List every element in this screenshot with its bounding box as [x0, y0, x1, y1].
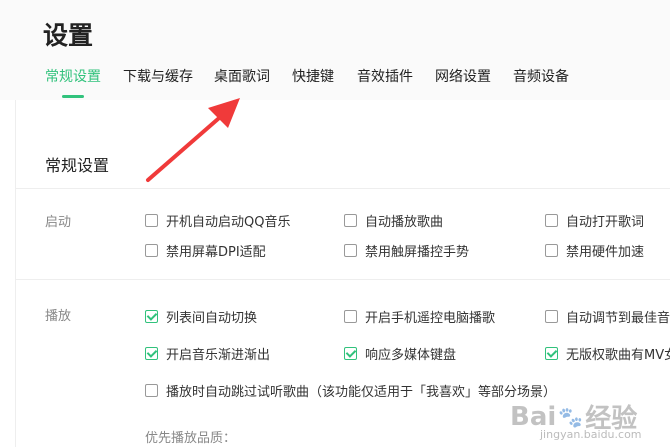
playback-group-label: 播放 [45, 309, 72, 324]
option-label: 禁用硬件加速 [566, 244, 645, 260]
checkbox-checked[interactable] [344, 346, 357, 360]
option-auto-switch-lists[interactable]: 列表间自动切换 [145, 306, 257, 326]
divider [15, 188, 670, 189]
checkbox[interactable] [545, 309, 558, 323]
checkbox[interactable] [344, 243, 357, 257]
checkbox[interactable] [344, 309, 357, 323]
tab-general[interactable]: 常规设置 [45, 66, 101, 86]
baidu-watermark: Bai 🐾 经验 jingyan.baidu.com [510, 401, 642, 442]
option-phone-remote-control[interactable]: 开启手机遥控电脑播歌 [344, 306, 495, 326]
playback-quality-label: 优先播放品质： [145, 431, 237, 446]
tab-download-cache[interactable]: 下载与缓存 [123, 66, 193, 86]
option-label: 自动播放歌曲 [365, 214, 444, 230]
option-unlicensed-play-mv[interactable]: 无版权歌曲有MV女 [545, 343, 670, 363]
option-label: 自动调节到最佳音 [566, 310, 670, 326]
option-label: 列表间自动切换 [166, 310, 258, 326]
option-label: 无版权歌曲有MV女 [566, 347, 670, 363]
option-disable-hardware-acceleration[interactable]: 禁用硬件加速 [545, 240, 644, 260]
option-label: 开启音乐渐进渐出 [166, 347, 271, 363]
option-disable-dpi-scaling[interactable]: 禁用屏幕DPI适配 [145, 240, 266, 260]
section-title: 常规设置 [45, 156, 110, 175]
checkbox-checked[interactable] [545, 346, 558, 360]
option-media-keyboard[interactable]: 响应多媒体键盘 [344, 343, 456, 363]
option-auto-best-quality[interactable]: 自动调节到最佳音 [545, 306, 670, 326]
option-label: 响应多媒体键盘 [365, 347, 457, 363]
option-autostart-qq-music[interactable]: 开机自动启动QQ音乐 [145, 210, 290, 230]
checkbox[interactable] [145, 383, 158, 397]
option-label: 播放时自动跳过试听歌曲（该功能仅适用于「我喜欢」等部分场景） [166, 384, 557, 400]
checkbox[interactable] [545, 213, 558, 227]
checkbox[interactable] [344, 213, 357, 227]
option-label: 自动打开歌词 [566, 214, 645, 230]
option-auto-open-lyrics[interactable]: 自动打开歌词 [545, 210, 644, 230]
option-label: 开机自动启动QQ音乐 [166, 214, 291, 230]
option-label: 开启手机遥控电脑播歌 [365, 310, 496, 326]
tab-shortcuts[interactable]: 快捷键 [292, 66, 334, 86]
tab-network[interactable]: 网络设置 [435, 66, 491, 86]
tab-desktop-lyrics[interactable]: 桌面歌词 [214, 66, 270, 86]
tab-sound-plugins[interactable]: 音效插件 [357, 66, 413, 86]
option-autoplay-songs[interactable]: 自动播放歌曲 [344, 210, 443, 230]
option-disable-touch-gestures[interactable]: 禁用触屏播控手势 [344, 240, 469, 260]
paw-icon: 🐾 [558, 404, 584, 429]
page-title: 设置 [43, 21, 94, 50]
option-skip-preview-songs[interactable]: 播放时自动跳过试听歌曲（该功能仅适用于「我喜欢」等部分场景） [145, 380, 556, 400]
checkbox[interactable] [545, 243, 558, 257]
active-tab-indicator [62, 95, 84, 98]
option-label: 禁用触屏播控手势 [365, 244, 470, 260]
option-label: 禁用屏幕DPI适配 [166, 244, 266, 260]
settings-tabs: 常规设置 下载与缓存 桌面歌词 快捷键 音效插件 网络设置 音频设备 [0, 66, 670, 98]
divider [15, 279, 670, 280]
tab-audio-device[interactable]: 音频设备 [513, 66, 569, 86]
startup-group-label: 启动 [45, 215, 72, 230]
checkbox-checked[interactable] [145, 309, 158, 323]
checkbox[interactable] [145, 243, 158, 257]
checkbox-checked[interactable] [145, 346, 158, 360]
option-fade-in-out[interactable]: 开启音乐渐进渐出 [145, 343, 270, 363]
checkbox[interactable] [145, 213, 158, 227]
